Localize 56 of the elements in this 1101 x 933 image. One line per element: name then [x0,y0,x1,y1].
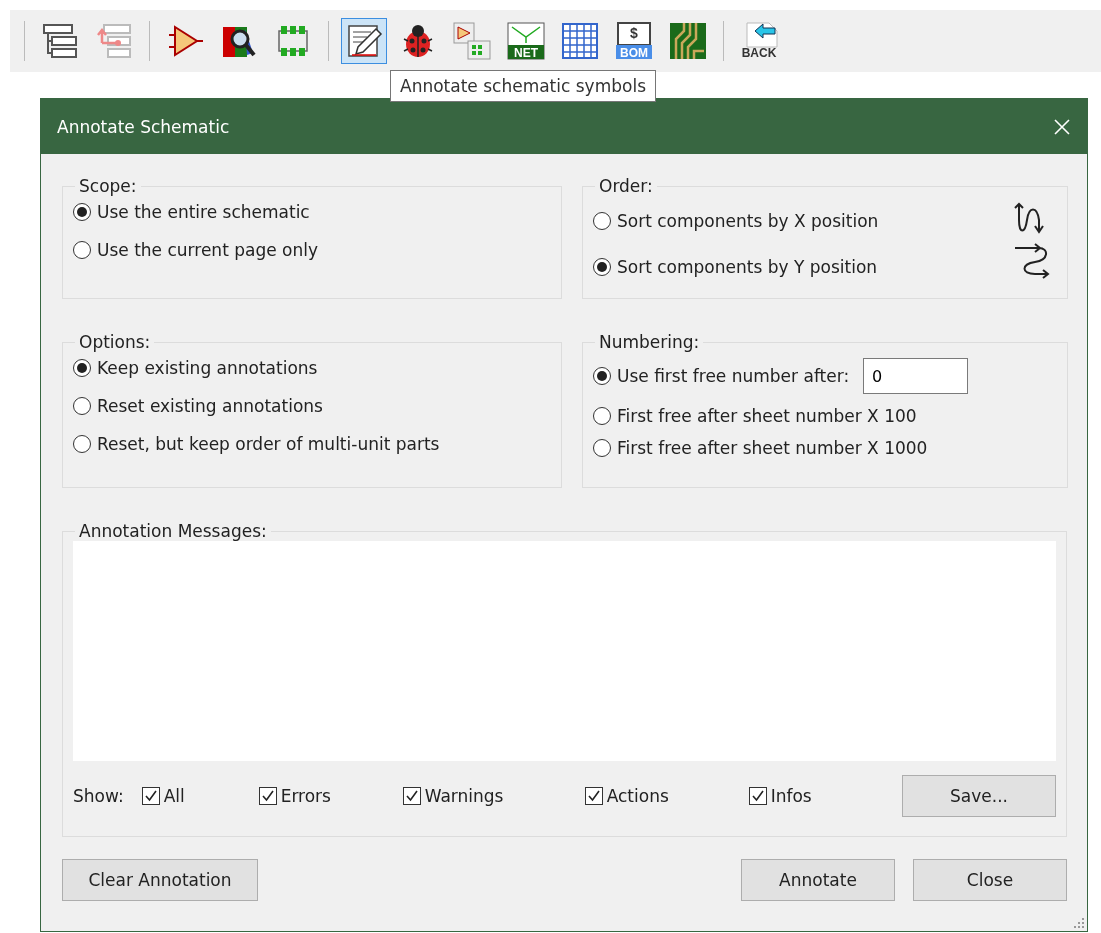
checkbox-label[interactable]: All [163,786,185,806]
toolbar-button[interactable]: $ BOM [611,18,657,64]
show-label: Show: [73,786,124,806]
checkbox-label[interactable]: Actions [606,786,669,806]
netlist-icon [506,21,546,61]
radio-label[interactable]: First free after sheet number X 1000 [617,438,928,458]
assign-footprint-icon [452,21,492,61]
radio-label[interactable]: Sort components by Y position [617,257,878,277]
clear-annotation-button[interactable]: Clear Annotation [62,859,258,901]
close-icon[interactable] [1053,117,1071,136]
annotate-button[interactable]: Annotate [741,859,895,901]
toolbar-button[interactable]: NET [503,18,549,64]
checkbox-label[interactable]: Errors [280,786,331,806]
circuit-board-icon [668,21,708,61]
resize-grip [1073,917,1085,929]
bom-icon [614,21,654,61]
group-title: Options: [78,332,152,352]
radio-label[interactable]: Reset, but keep order of multi-unit parts [97,434,440,454]
checkbox-label[interactable]: Infos [770,786,812,806]
radio-button[interactable] [73,397,91,415]
number-field[interactable]: 0 [863,358,969,394]
radio-button[interactable] [593,212,611,230]
radio-label[interactable]: Reset existing annotations [97,396,323,416]
save-button[interactable]: Save... [902,775,1056,817]
radio-button[interactable] [73,435,91,453]
hierarchy-up-icon [94,21,134,61]
checkbox[interactable] [748,787,767,805]
group-title: Numbering: [598,332,701,352]
checkbox[interactable] [141,787,160,805]
radio-label[interactable]: Use the entire schematic [97,202,310,222]
checkbox[interactable] [402,787,421,805]
checkbox[interactable] [584,787,603,805]
radio-label[interactable]: Sort components by X position [617,211,879,231]
radio-label[interactable]: Use first free number after: [617,366,850,386]
radio-button[interactable] [73,359,91,377]
hierarchy-icon [40,21,80,61]
toolbar-button[interactable] [341,18,387,64]
radio-button[interactable] [593,258,611,276]
tooltip: Annotate schematic symbols [390,70,656,102]
radio-label[interactable]: First free after sheet number X 100 [617,406,917,426]
radio-button[interactable] [73,203,91,221]
radio-label[interactable]: Use the current page only [97,240,319,260]
grid-icon [560,21,600,61]
radio-button[interactable] [73,241,91,259]
radio-button[interactable] [593,439,611,457]
radio-button[interactable] [593,367,611,385]
group-title: Order: [598,176,654,196]
group-title: Annotation Messages: [78,521,268,541]
checkbox-label[interactable]: Warnings [424,786,504,806]
toolbar-button[interactable]: BACK [736,18,782,64]
checkbox[interactable] [258,787,277,805]
close-button[interactable]: Close [913,859,1067,901]
group-title: Scope: [78,176,138,196]
radio-button[interactable] [593,407,611,425]
radio-label[interactable]: Keep existing annotations [97,358,318,378]
dialog-title: Annotate Schematic [57,116,230,137]
